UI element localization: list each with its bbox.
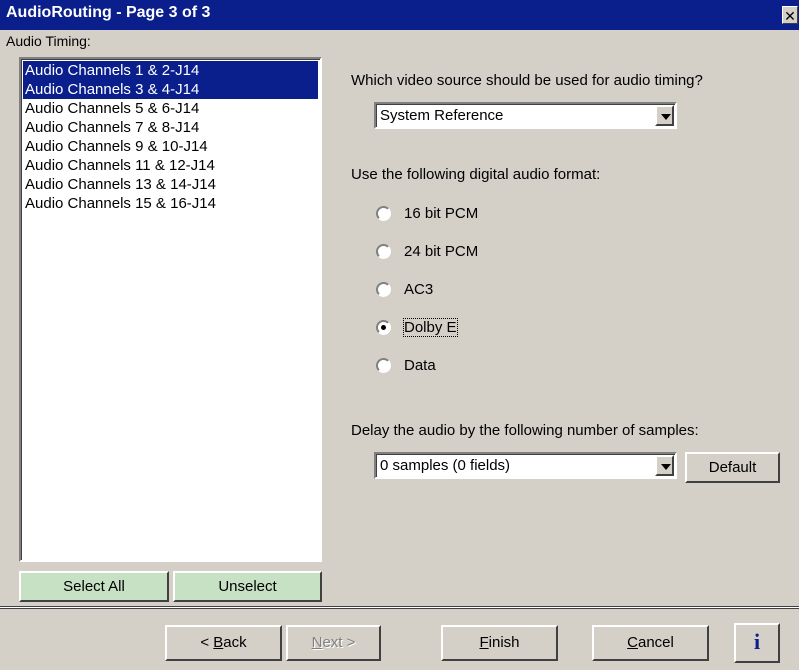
unselect-button[interactable]: Unselect bbox=[173, 571, 322, 602]
finish-accel: F bbox=[479, 634, 489, 651]
list-item[interactable]: Audio Channels 3 & 4-J14 bbox=[23, 80, 318, 99]
cancel-button[interactable]: Cancel bbox=[592, 625, 709, 661]
channel-listbox[interactable]: Audio Channels 1 & 2-J14 Audio Channels … bbox=[19, 57, 322, 562]
footer-divider bbox=[0, 608, 799, 609]
radio-icon[interactable] bbox=[376, 282, 391, 297]
default-button[interactable]: Default bbox=[685, 452, 780, 483]
list-item[interactable]: Audio Channels 7 & 8-J14 bbox=[23, 118, 318, 137]
delay-samples-select[interactable]: 0 samples (0 fields) bbox=[374, 452, 677, 479]
radio-icon[interactable] bbox=[376, 320, 391, 335]
delay-samples-value: 0 samples (0 fields) bbox=[380, 457, 511, 474]
finish-rest: inish bbox=[488, 634, 520, 651]
select-all-button[interactable]: Select All bbox=[19, 571, 169, 602]
audio-timing-label: Audio Timing: bbox=[6, 33, 91, 49]
radio-icon[interactable] bbox=[376, 206, 391, 221]
radio-label: 16 bit PCM bbox=[404, 205, 479, 222]
list-item[interactable]: Audio Channels 9 & 10-J14 bbox=[23, 137, 318, 156]
cancel-rest: ancel bbox=[637, 634, 674, 651]
back-rest: ack bbox=[223, 634, 247, 651]
chevron-down-icon[interactable] bbox=[655, 105, 674, 126]
list-item[interactable]: Audio Channels 5 & 6-J14 bbox=[23, 99, 318, 118]
video-source-value: System Reference bbox=[380, 107, 504, 124]
back-button[interactable]: < Back bbox=[165, 625, 282, 661]
cancel-accel: C bbox=[627, 634, 638, 651]
info-icon[interactable]: i bbox=[734, 623, 780, 663]
list-item[interactable]: Audio Channels 11 & 12-J14 bbox=[23, 156, 318, 175]
chevron-down-icon[interactable] bbox=[655, 455, 674, 476]
radio-label: Data bbox=[404, 357, 436, 374]
radio-icon[interactable] bbox=[376, 244, 391, 259]
list-item[interactable]: Audio Channels 15 & 16-J14 bbox=[23, 194, 318, 213]
back-prefix: < bbox=[200, 634, 214, 651]
next-button[interactable]: Next > bbox=[286, 625, 381, 661]
list-item[interactable]: Audio Channels 1 & 2-J14 bbox=[23, 61, 318, 80]
next-accel: N bbox=[311, 634, 323, 651]
title-bar: AudioRouting - Page 3 of 3 ✕ bbox=[0, 0, 799, 30]
radio-icon[interactable] bbox=[376, 358, 391, 373]
audio-format-label: Use the following digital audio format: bbox=[351, 166, 601, 183]
list-item[interactable]: Audio Channels 13 & 14-J14 bbox=[23, 175, 318, 194]
next-rest: ext > bbox=[322, 634, 356, 651]
video-source-select[interactable]: System Reference bbox=[374, 102, 677, 129]
finish-button[interactable]: Finish bbox=[441, 625, 558, 661]
close-icon[interactable]: ✕ bbox=[782, 6, 798, 24]
window-title: AudioRouting - Page 3 of 3 bbox=[6, 4, 211, 21]
video-source-question: Which video source should be used for au… bbox=[351, 72, 703, 89]
radio-label: 24 bit PCM bbox=[404, 243, 479, 260]
delay-label: Delay the audio by the following number … bbox=[351, 422, 699, 439]
radio-label: AC3 bbox=[404, 281, 434, 298]
radio-label: Dolby E bbox=[403, 318, 458, 337]
back-accel: B bbox=[213, 634, 224, 651]
